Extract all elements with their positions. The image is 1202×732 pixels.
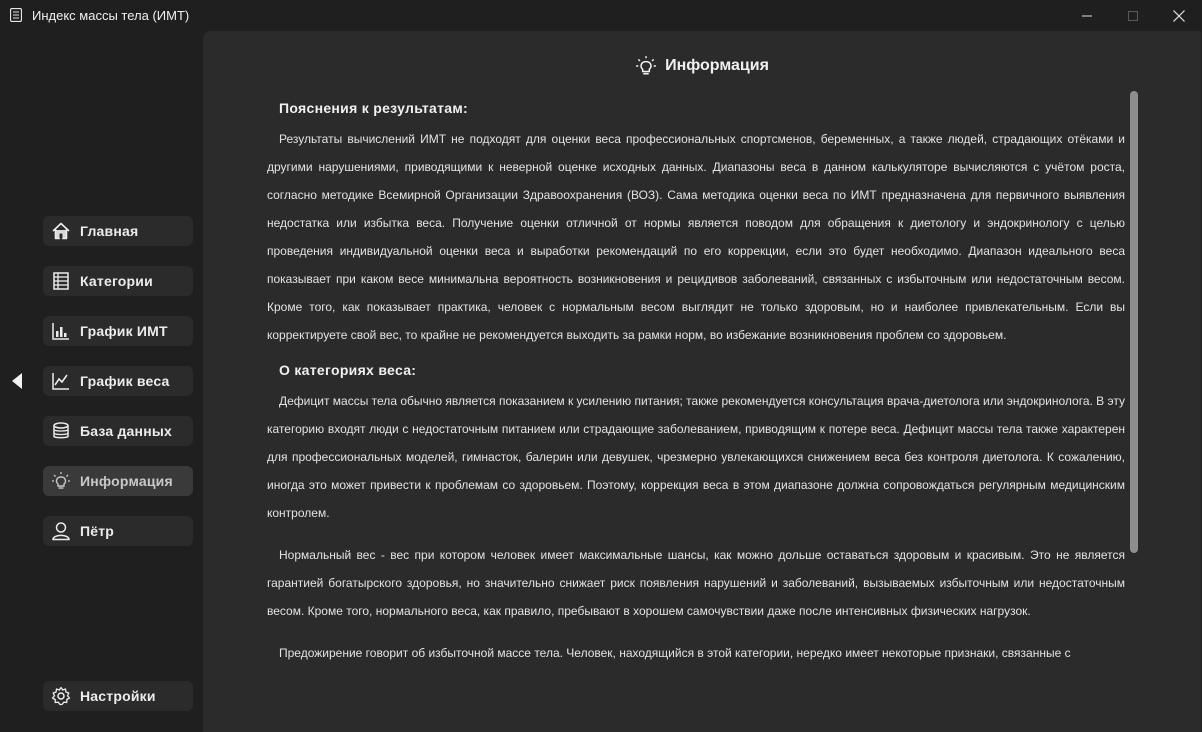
paragraph-preobesity: Предожирение говорит об избыточной массе… bbox=[279, 646, 1071, 660]
sidebar-item-user[interactable]: Пётр bbox=[43, 516, 193, 546]
sidebar-item-weight-chart[interactable]: График веса bbox=[43, 366, 193, 396]
close-button[interactable] bbox=[1156, 0, 1202, 31]
sidebar-item-label: Информация bbox=[80, 473, 173, 489]
maximize-button[interactable] bbox=[1110, 0, 1156, 31]
lightbulb-icon bbox=[635, 55, 657, 77]
sidebar-item-label: График ИМТ bbox=[80, 323, 168, 339]
section-title-categories: О категориях веса: bbox=[279, 362, 417, 378]
close-icon bbox=[1173, 9, 1185, 22]
paragraph-normal: Нормальный вес - вес при котором человек… bbox=[267, 548, 1125, 618]
database-icon bbox=[50, 420, 72, 442]
maximize-icon bbox=[1128, 10, 1138, 21]
sidebar-item-label: Категории bbox=[80, 273, 153, 289]
gear-icon bbox=[50, 685, 72, 707]
section-title-results: Пояснения к результатам: bbox=[279, 100, 468, 116]
paragraph-results: Результаты вычислений ИМТ не подходят дл… bbox=[267, 132, 1125, 342]
sidebar-item-label: Пётр bbox=[80, 523, 115, 539]
sidebar-item-settings[interactable]: Настройки bbox=[43, 681, 193, 711]
lightbulb-icon bbox=[50, 470, 72, 492]
collapse-sidebar-icon[interactable] bbox=[11, 373, 23, 389]
sidebar-item-database[interactable]: База данных bbox=[43, 416, 193, 446]
home-icon bbox=[50, 220, 72, 242]
settings-label: Настройки bbox=[80, 688, 156, 704]
sidebar-item-home[interactable]: Главная bbox=[43, 216, 193, 246]
app-icon bbox=[10, 8, 22, 22]
info-text-area[interactable]: Пояснения к результатам: Результаты вычи… bbox=[267, 97, 1125, 732]
window-title: Индекс массы тела (ИМТ) bbox=[32, 8, 190, 23]
sidebar-item-label: График веса bbox=[80, 373, 170, 389]
title-bar: Индекс массы тела (ИМТ) bbox=[0, 0, 1202, 31]
sidebar-item-bmi-chart[interactable]: График ИМТ bbox=[43, 316, 193, 346]
page-header: Информация bbox=[203, 53, 1201, 79]
minimize-button[interactable] bbox=[1064, 0, 1110, 31]
paragraph-deficit: Дефицит массы тела обычно является показ… bbox=[267, 394, 1125, 520]
sidebar: Главная Категории График ИМТ График веса… bbox=[0, 31, 203, 732]
user-icon bbox=[50, 520, 72, 542]
line-chart-icon bbox=[50, 370, 72, 392]
main-panel: Информация Пояснения к результатам: Резу… bbox=[203, 31, 1201, 732]
categories-icon bbox=[50, 270, 72, 292]
page-title: Информация bbox=[665, 57, 769, 74]
sidebar-item-information[interactable]: Информация bbox=[43, 466, 193, 496]
bar-chart-icon bbox=[50, 320, 72, 342]
minimize-icon bbox=[1082, 15, 1092, 16]
sidebar-item-categories[interactable]: Категории bbox=[43, 266, 193, 296]
sidebar-item-label: База данных bbox=[80, 423, 172, 439]
sidebar-item-label: Главная bbox=[80, 223, 139, 239]
scrollbar[interactable] bbox=[1130, 91, 1138, 553]
